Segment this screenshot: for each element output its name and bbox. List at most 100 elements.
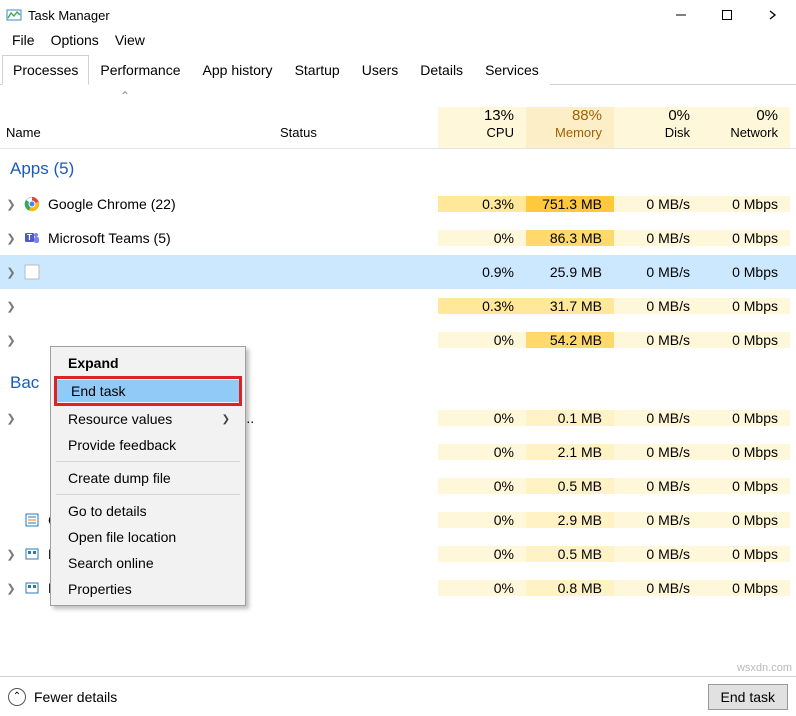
net-value: 0 Mbps	[702, 444, 790, 460]
disk-value: 0 MB/s	[614, 230, 702, 246]
menubar: File Options View	[0, 30, 796, 54]
watermark: wsxdn.com	[737, 662, 792, 674]
dax-icon	[22, 580, 42, 596]
maximize-button[interactable]	[704, 0, 750, 30]
expand-icon[interactable]: ❯	[0, 334, 22, 347]
cpu-value: 0%	[438, 580, 526, 596]
ctx-search-online[interactable]: Search online	[54, 550, 242, 576]
mem-value: 2.1 MB	[526, 444, 614, 460]
ctx-open-file-location[interactable]: Open file location	[54, 524, 242, 550]
cpu-value: 0%	[438, 512, 526, 528]
net-value: 0 Mbps	[702, 546, 790, 562]
col-cpu[interactable]: 13% CPU	[438, 107, 526, 148]
menu-file[interactable]: File	[6, 32, 41, 48]
menu-view[interactable]: View	[109, 32, 151, 48]
cpu-value: 0%	[438, 478, 526, 494]
mem-value: 25.9 MB	[526, 264, 614, 280]
app-icon	[6, 7, 22, 23]
disk-value: 0 MB/s	[614, 298, 702, 314]
ctx-resource-values[interactable]: Resource values❯	[54, 406, 242, 432]
mem-value: 0.5 MB	[526, 478, 614, 494]
end-task-button[interactable]: End task	[708, 684, 788, 710]
expand-icon[interactable]: ❯	[0, 198, 22, 211]
cpu-value: 0.3%	[438, 196, 526, 212]
process-list: Apps (5) ❯ Google Chrome (22) 0.3% 751.3…	[0, 149, 796, 713]
expand-icon[interactable]: ❯	[0, 300, 22, 313]
net-value: 0 Mbps	[702, 512, 790, 528]
disk-value: 0 MB/s	[614, 410, 702, 426]
net-value: 0 Mbps	[702, 580, 790, 596]
disk-value: 0 MB/s	[614, 580, 702, 596]
ctx-expand[interactable]: Expand	[54, 350, 242, 376]
svg-text:T: T	[27, 233, 32, 242]
overflow-button[interactable]	[750, 0, 796, 30]
expand-icon[interactable]: ❯	[0, 266, 22, 279]
col-disk[interactable]: 0% Disk	[614, 107, 702, 148]
mem-value: 31.7 MB	[526, 298, 614, 314]
net-value: 0 Mbps	[702, 332, 790, 348]
ctx-end-task[interactable]: End task	[57, 380, 239, 402]
tab-services[interactable]: Services	[474, 55, 550, 85]
mem-value: 0.5 MB	[526, 546, 614, 562]
disk-value: 0 MB/s	[614, 478, 702, 494]
tab-performance[interactable]: Performance	[89, 55, 191, 85]
menu-options[interactable]: Options	[45, 32, 105, 48]
col-name[interactable]: Name	[0, 125, 280, 148]
process-row[interactable]: ❯ 0.3% 31.7 MB 0 MB/s 0 Mbps	[0, 289, 796, 323]
ctx-properties[interactable]: Properties	[54, 576, 242, 602]
mem-value: 86.3 MB	[526, 230, 614, 246]
expand-icon[interactable]: ❯	[0, 548, 22, 561]
cpu-value: 0%	[438, 230, 526, 246]
teams-icon: T	[22, 230, 42, 246]
group-apps: Apps (5)	[0, 149, 796, 187]
tab-app-history[interactable]: App history	[192, 55, 284, 85]
context-menu: Expand End task Resource values❯ Provide…	[50, 346, 246, 606]
net-value: 0 Mbps	[702, 230, 790, 246]
tab-startup[interactable]: Startup	[284, 55, 351, 85]
chevron-up-icon: ⌃	[8, 688, 26, 706]
separator	[56, 494, 240, 495]
expand-icon[interactable]: ❯	[0, 412, 22, 425]
titlebar: Task Manager	[0, 0, 796, 30]
expand-icon[interactable]: ❯	[0, 582, 22, 595]
col-status[interactable]: Status	[280, 125, 438, 148]
cpu-value: 0.9%	[438, 264, 526, 280]
fewer-details-button[interactable]: ⌃ Fewer details	[8, 688, 117, 706]
window-controls	[658, 0, 796, 30]
separator	[56, 461, 240, 462]
net-value: 0 Mbps	[702, 410, 790, 426]
ctf-icon	[22, 512, 42, 528]
footer-bar: ⌃ Fewer details End task	[0, 676, 796, 716]
col-network[interactable]: 0% Network	[702, 107, 790, 148]
disk-value: 0 MB/s	[614, 512, 702, 528]
ctx-create-dump[interactable]: Create dump file	[54, 465, 242, 491]
ctx-provide-feedback[interactable]: Provide feedback	[54, 432, 242, 458]
disk-value: 0 MB/s	[614, 196, 702, 212]
chrome-icon	[22, 196, 42, 212]
net-value: 0 Mbps	[702, 264, 790, 280]
disk-value: 0 MB/s	[614, 444, 702, 460]
sort-indicator-icon: ⌃	[120, 89, 130, 103]
net-value: 0 Mbps	[702, 478, 790, 494]
window-title: Task Manager	[28, 8, 110, 23]
tab-users[interactable]: Users	[351, 55, 410, 85]
cpu-value: 0%	[438, 332, 526, 348]
process-row[interactable]: ❯ T Microsoft Teams (5) 0% 86.3 MB 0 MB/…	[0, 221, 796, 255]
disk-value: 0 MB/s	[614, 546, 702, 562]
process-name: Google Chrome (22)	[42, 196, 280, 212]
expand-icon[interactable]: ❯	[0, 232, 22, 245]
submenu-arrow-icon: ❯	[222, 414, 230, 425]
col-memory[interactable]: 88% Memory	[526, 107, 614, 148]
tab-processes[interactable]: Processes	[2, 55, 89, 85]
mem-value: 751.3 MB	[526, 196, 614, 212]
dax-icon	[22, 546, 42, 562]
ctx-go-to-details[interactable]: Go to details	[54, 498, 242, 524]
process-row-selected[interactable]: ❯ 0.9% 25.9 MB 0 MB/s 0 Mbps	[0, 255, 796, 289]
minimize-button[interactable]	[658, 0, 704, 30]
column-headers: ⌃ Name Status 13% CPU 88% Memory 0% Disk…	[0, 85, 796, 149]
tab-details[interactable]: Details	[409, 55, 474, 85]
mem-value: 2.9 MB	[526, 512, 614, 528]
net-value: 0 Mbps	[702, 298, 790, 314]
disk-value: 0 MB/s	[614, 264, 702, 280]
process-row[interactable]: ❯ Google Chrome (22) 0.3% 751.3 MB 0 MB/…	[0, 187, 796, 221]
